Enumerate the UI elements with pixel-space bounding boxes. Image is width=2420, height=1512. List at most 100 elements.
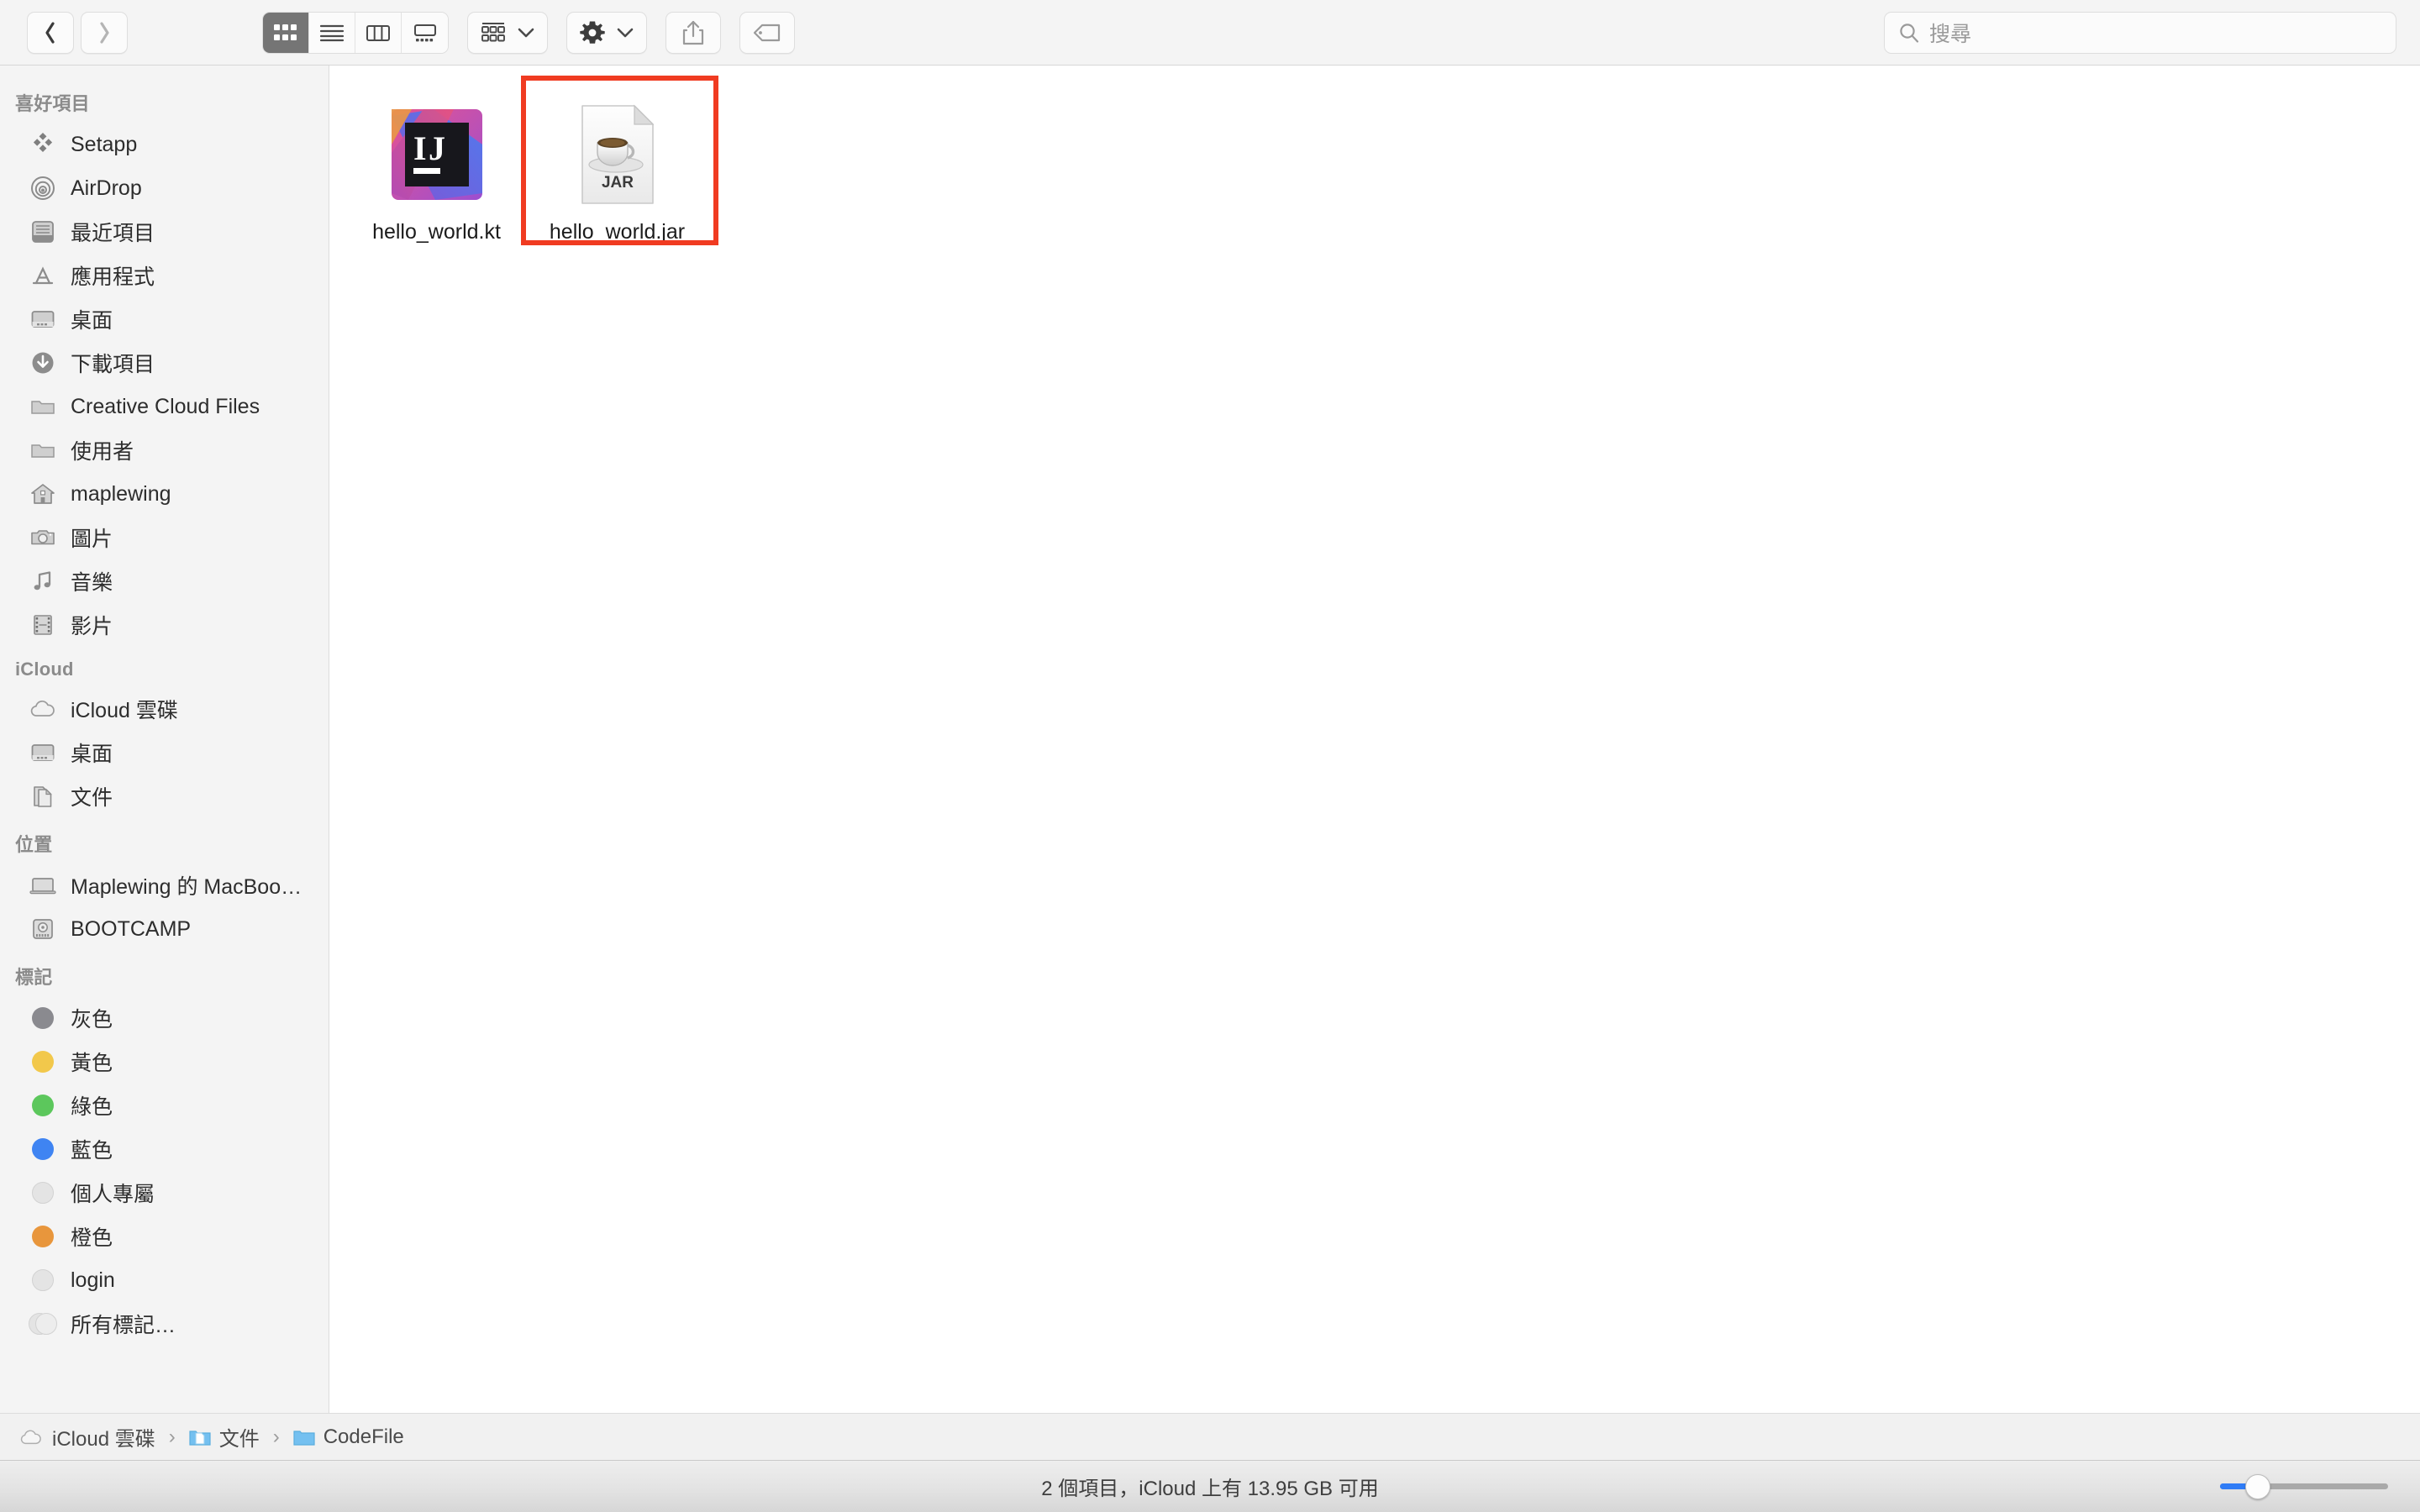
laptop-icon [29, 871, 57, 900]
recents-icon [29, 218, 57, 246]
tag-dot-green-icon [29, 1091, 57, 1120]
action-menu-button[interactable] [566, 11, 647, 54]
sidebar-item-label: AirDrop [71, 176, 142, 200]
sidebar-item-icloud-desktop[interactable]: 桌面 [0, 731, 329, 774]
sidebar-item-label: iCloud 雲碟 [71, 699, 178, 722]
svg-text:J: J [429, 129, 445, 167]
sidebar-item-icloud-documents[interactable]: 文件 [0, 774, 329, 818]
sidebar-item-downloads[interactable]: 下載項目 [0, 341, 329, 385]
navigation-buttons [27, 11, 128, 54]
sidebar-item-macbook[interactable]: Maplewing 的 MacBoo… [0, 864, 329, 907]
sidebar-item-label: BOOTCAMP [71, 916, 192, 941]
search-icon [1900, 24, 1919, 43]
documents-folder-icon [189, 1430, 211, 1446]
breadcrumb-label: CodeFile [323, 1425, 404, 1448]
icon-view-button[interactable] [263, 12, 309, 53]
sidebar-item-label: 圖片 [71, 528, 113, 551]
share-icon [682, 20, 704, 45]
sidebar-item-home[interactable]: maplewing [0, 472, 329, 516]
sidebar-item-bootcamp[interactable]: BOOTCAMP [0, 907, 329, 951]
tag-dot-yellow-icon [29, 1047, 57, 1076]
file-item-hello-world-kt[interactable]: I J hello_world.kt [346, 89, 527, 260]
svg-text:I: I [413, 129, 427, 167]
file-name-label: hello_world.jar [549, 220, 686, 244]
intellij-kotlin-file-icon: I J [383, 101, 491, 208]
tag-dot-none-icon [29, 1266, 57, 1294]
toolbar: 搜尋 [0, 0, 2420, 66]
breadcrumb-item-icloud-drive[interactable]: iCloud 雲碟 [18, 1422, 155, 1452]
column-view-button[interactable] [355, 12, 402, 53]
breadcrumb-separator: › [168, 1425, 176, 1448]
sidebar-section-locations-title: 位置 [15, 834, 53, 855]
sidebar-section-icloud-title: iCloud [15, 659, 74, 680]
sidebar-item-label: 最近項目 [71, 222, 155, 245]
desktop-icon [29, 305, 57, 333]
view-mode-segmented-control[interactable] [262, 11, 449, 54]
sidebar-tag-gray[interactable]: 灰色 [0, 996, 329, 1040]
sidebar-item-label: 桌面 [71, 743, 113, 766]
chevron-down-icon [518, 28, 534, 37]
chevron-down-icon [617, 28, 634, 37]
jar-file-icon: JAR [564, 101, 671, 208]
gallery-view-button[interactable] [402, 12, 448, 53]
list-view-button[interactable] [309, 12, 355, 53]
group-by-button[interactable] [467, 11, 548, 54]
folder-icon [29, 392, 57, 421]
file-name-label: hello_world.kt [372, 220, 501, 244]
sidebar-tag-orange[interactable]: 橙色 [0, 1215, 329, 1258]
sidebar-item-label: 所有標記… [71, 1314, 176, 1337]
pictures-icon [29, 523, 57, 552]
sidebar-item-movies[interactable]: 影片 [0, 603, 329, 647]
breadcrumb-item-documents[interactable]: 文件 [189, 1422, 260, 1452]
tag-dot-none-icon [29, 1179, 57, 1207]
sidebar-item-recents[interactable]: 最近項目 [0, 210, 329, 254]
status-bar: 2 個項目，iCloud 上有 13.95 GB 可用 [0, 1460, 2420, 1512]
file-item-hello-world-jar[interactable]: JAR hello_world.jar [527, 89, 708, 260]
breadcrumb-separator: › [272, 1425, 280, 1448]
window-body: 喜好項目 Setapp AirDrop 最近項目 應用程式 桌面 下載項目 Cr… [0, 66, 2420, 1413]
sidebar-item-label: 個人專屬 [71, 1183, 155, 1206]
path-breadcrumb-bar[interactable]: iCloud 雲碟 › 文件 › CodeFile [0, 1413, 2420, 1460]
gear-icon [580, 20, 605, 44]
icon-size-slider[interactable] [2198, 1473, 2388, 1499]
share-button[interactable] [666, 11, 721, 54]
home-icon [29, 480, 57, 508]
sidebar-item-label: 桌面 [71, 309, 113, 333]
sidebar-item-desktop[interactable]: 桌面 [0, 297, 329, 341]
sidebar-item-creative-cloud-files[interactable]: Creative Cloud Files [0, 385, 329, 428]
sidebar-item-icloud-drive[interactable]: iCloud 雲碟 [0, 687, 329, 731]
slider-knob[interactable] [2245, 1473, 2270, 1499]
movies-icon [29, 611, 57, 639]
sidebar-item-applications[interactable]: 應用程式 [0, 254, 329, 297]
search-field[interactable]: 搜尋 [1884, 12, 2396, 54]
folder-icon [293, 1430, 315, 1446]
sidebar-item-users[interactable]: 使用者 [0, 428, 329, 472]
sidebar-item-label: Setapp [71, 132, 138, 156]
sidebar-item-setapp[interactable]: Setapp [0, 123, 329, 166]
sidebar-item-label: 使用者 [71, 440, 134, 464]
sidebar-tag-yellow[interactable]: 黃色 [0, 1040, 329, 1084]
sidebar-item-label: 文件 [71, 786, 113, 810]
sidebar-item-music[interactable]: 音樂 [0, 559, 329, 603]
sidebar-tag-green[interactable]: 綠色 [0, 1084, 329, 1127]
sidebar-tag-blue[interactable]: 藍色 [0, 1127, 329, 1171]
sidebar-tag-all-tags[interactable]: 所有標記… [0, 1302, 329, 1346]
file-grid-area[interactable]: I J hello_world.kt JAR hello_world.jar [329, 66, 2420, 1413]
tag-dot-orange-icon [29, 1222, 57, 1251]
icloud-icon [20, 1429, 41, 1444]
sidebar[interactable]: 喜好項目 Setapp AirDrop 最近項目 應用程式 桌面 下載項目 Cr… [0, 66, 329, 1413]
sidebar-tag-personal[interactable]: 個人專屬 [0, 1171, 329, 1215]
breadcrumb-item-codefile[interactable]: CodeFile [293, 1425, 404, 1449]
sidebar-item-airdrop[interactable]: AirDrop [0, 166, 329, 210]
sidebar-item-pictures[interactable]: 圖片 [0, 516, 329, 559]
sidebar-item-label: 黃色 [71, 1052, 113, 1075]
add-tag-button[interactable] [739, 11, 795, 54]
sidebar-item-label: maplewing [71, 481, 171, 506]
sidebar-item-label: 灰色 [71, 1008, 113, 1032]
sidebar-item-label: 綠色 [71, 1095, 113, 1119]
sidebar-tag-login[interactable]: login [0, 1258, 329, 1302]
back-button[interactable] [27, 11, 74, 54]
sidebar-item-label: 藍色 [71, 1139, 113, 1163]
forward-button[interactable] [81, 11, 128, 54]
tag-dot-gray-icon [29, 1004, 57, 1032]
